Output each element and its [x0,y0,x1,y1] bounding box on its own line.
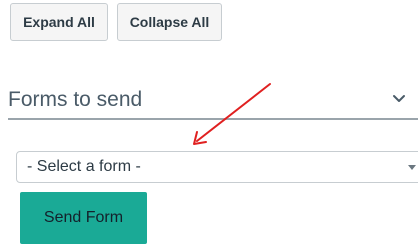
collapse-all-button[interactable]: Collapse All [117,3,222,41]
send-form-button[interactable]: Send Form [20,192,147,244]
form-select-dropdown[interactable]: - Select a form - [16,151,418,183]
dropdown-arrow-icon [408,165,416,170]
forms-section-header[interactable]: Forms to send [8,82,418,120]
form-select-value: - Select a form - [27,158,141,175]
section-title: Forms to send [8,88,143,111]
expand-all-button[interactable]: Expand All [10,3,108,41]
chevron-down-icon[interactable] [392,92,406,106]
